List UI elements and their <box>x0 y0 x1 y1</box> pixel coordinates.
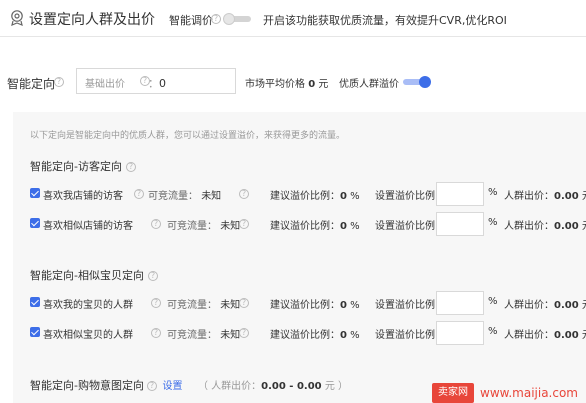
help-icon[interactable]: ? <box>239 189 249 199</box>
audience-name: 喜欢我的宝贝的人群 <box>43 300 133 311</box>
help-icon[interactable]: ? <box>151 328 161 338</box>
base-bid-input[interactable]: 基础出价 ? ：0 <box>76 68 236 94</box>
group-title-shopping-intent: 智能定向-购物意图定向? 设置 （ 人群出价：0.00 - 0.00 元 ） <box>30 379 348 392</box>
base-bid-label: 基础出价 <box>85 79 125 90</box>
percent-sign: % <box>488 326 498 337</box>
premium-ratio-input[interactable] <box>436 182 484 206</box>
page-title: 设置定向人群及出价 <box>29 12 155 28</box>
target-icon <box>11 10 23 26</box>
audience-checkbox[interactable] <box>30 218 40 228</box>
audience-bid: 人群出价：0.00 元 <box>504 191 586 202</box>
help-icon[interactable]: ? <box>151 219 161 229</box>
set-premium-label: 设置溢价比例 <box>375 221 435 232</box>
audience-checkbox[interactable] <box>30 188 40 198</box>
smart-targeting-row: 智能定向 ? 基础出价 ? ：0 市场平均价格 0 元 优质人群溢价 <box>0 62 586 100</box>
percent-sign: % <box>488 296 498 307</box>
set-premium-label: 设置溢价比例 <box>375 300 435 311</box>
intent-bid-range: （ 人群出价：0.00 - 0.00 元 ） <box>197 381 348 392</box>
audience-name: 喜欢我店铺的访客 <box>43 191 123 202</box>
audience-name: 喜欢相似店铺的访客 <box>43 221 133 232</box>
smart-bid-description: 开启该功能获取优质流量，有效提升CVR,优化ROI <box>263 14 507 27</box>
suggested-premium: 建议溢价比例：0 % <box>270 330 360 341</box>
percent-sign: % <box>488 187 498 198</box>
audience-bid: 人群出价：0.00 元 <box>504 300 586 311</box>
set-intent-link[interactable]: 设置 <box>162 381 182 392</box>
audience-row: 喜欢我的宝贝的人群 ? 可竞流量： 未知 ? 建议溢价比例：0 % 设置溢价比例… <box>30 291 586 315</box>
suggested-premium: 建议溢价比例：0 % <box>270 191 360 202</box>
panel-notice: 以下定向是智能定向中的优质人群，您可以通过设置溢价，来获得更多的流量。 <box>30 131 346 141</box>
watermark-url: www.maijia.com <box>480 386 578 400</box>
help-icon[interactable]: ? <box>151 298 161 308</box>
header-bar: 设置定向人群及出价 智能调价 ? 开启该功能获取优质流量，有效提升CVR,优化R… <box>0 0 586 37</box>
base-bid-value: ：0 <box>148 77 166 90</box>
audience-row: 喜欢相似店铺的访客 ? 可竞流量： 未知 ? 建议溢价比例：0 % 设置溢价比例… <box>30 212 586 236</box>
traffic-info: 可竞流量： 未知 <box>167 330 241 341</box>
help-icon[interactable]: ? <box>239 219 249 229</box>
watermark: 卖家网 www.maijia.com <box>432 383 582 403</box>
help-icon[interactable]: ? <box>147 271 158 281</box>
help-icon[interactable]: ? <box>239 328 249 338</box>
percent-sign: % <box>488 217 498 228</box>
premium-audience-panel: 以下定向是智能定向中的优质人群，您可以通过设置溢价，来获得更多的流量。 智能定向… <box>13 112 586 403</box>
premium-ratio-input[interactable] <box>436 291 484 315</box>
audience-checkbox[interactable] <box>30 327 40 337</box>
audience-bid: 人群出价：0.00 元 <box>504 221 586 232</box>
audience-row: 喜欢相似宝贝的人群 ? 可竞流量： 未知 ? 建议溢价比例：0 % 设置溢价比例… <box>30 321 586 345</box>
help-icon[interactable]: ? <box>134 189 144 199</box>
smart-bid-label: 智能调价 <box>169 14 213 27</box>
help-icon[interactable]: ? <box>239 298 249 308</box>
audience-bid: 人群出价：0.00 元 <box>504 330 586 341</box>
premium-audience-toggle[interactable] <box>401 76 431 88</box>
set-premium-label: 设置溢价比例 <box>375 191 435 202</box>
suggested-premium: 建议溢价比例：0 % <box>270 221 360 232</box>
help-icon[interactable]: ? <box>54 77 64 87</box>
audience-row: 喜欢我店铺的访客 ? 可竞流量： 未知 ? 建议溢价比例：0 % 设置溢价比例 … <box>30 182 586 206</box>
traffic-info: 可竞流量： 未知 <box>148 191 222 202</box>
watermark-logo: 卖家网 <box>432 383 474 403</box>
traffic-info: 可竞流量： 未知 <box>167 221 241 232</box>
premium-ratio-input[interactable] <box>436 321 484 345</box>
suggested-premium: 建议溢价比例：0 % <box>270 300 360 311</box>
traffic-info: 可竞流量： 未知 <box>167 300 241 311</box>
audience-name: 喜欢相似宝贝的人群 <box>43 330 133 341</box>
help-icon[interactable]: ? <box>211 14 221 24</box>
help-icon[interactable]: ? <box>146 381 157 391</box>
group-title-similar-items: 智能定向-相似宝贝定向? <box>30 267 158 283</box>
set-premium-label: 设置溢价比例 <box>375 330 435 341</box>
help-icon[interactable]: ? <box>125 162 136 172</box>
market-average-price: 市场平均价格 0 元 <box>245 79 329 90</box>
premium-audience-label: 优质人群溢价 <box>339 79 399 90</box>
smart-bid-toggle[interactable] <box>223 13 253 25</box>
group-title-visitor: 智能定向-访客定向? <box>30 158 136 174</box>
audience-checkbox[interactable] <box>30 297 40 307</box>
premium-ratio-input[interactable] <box>436 212 484 236</box>
smart-targeting-label: 智能定向 <box>7 77 56 91</box>
